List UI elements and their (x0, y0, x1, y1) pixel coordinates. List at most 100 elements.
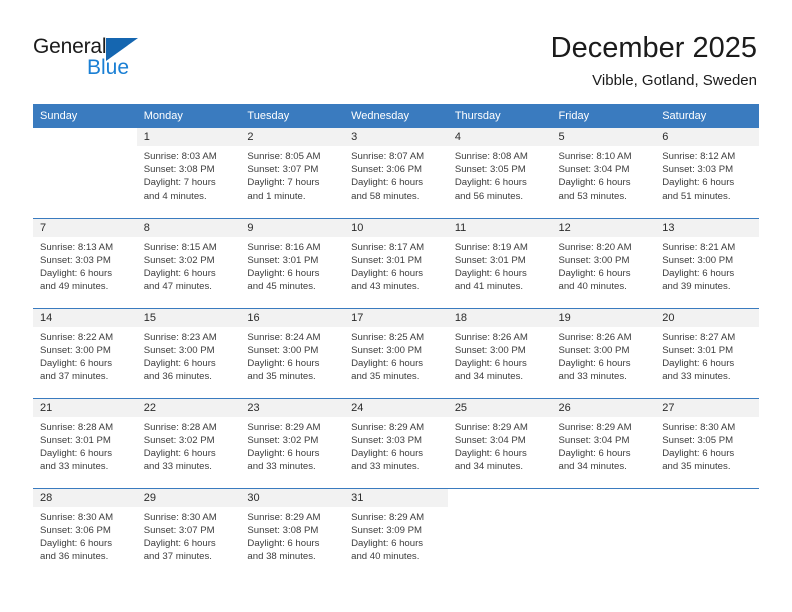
calendar-day-cell[interactable]: 6 Sunrise: 8:12 AM Sunset: 3:03 PM Daylight… (655, 128, 759, 218)
sunset-text: Sunset: 3:03 PM (40, 254, 111, 266)
day-sun-info: Sunrise: 8:23 AM Sunset: 3:00 PM Daylight:… (137, 327, 241, 384)
calendar-day-cell[interactable]: 5 Sunrise: 8:10 AM Sunset: 3:04 PM Daylight… (551, 128, 656, 218)
sunrise-text: Sunrise: 8:20 AM (558, 241, 632, 253)
calendar-day-cell[interactable]: 12 Sunrise: 8:20 AM Sunset: 3:00 PM Dayligh… (551, 217, 656, 308)
calendar-day-cell[interactable]: 13 Sunrise: 8:21 AM Sunset: 3:00 PM Dayligh… (655, 217, 759, 308)
day-number: 30 (240, 488, 345, 507)
calendar-day-cell[interactable]: 3 Sunrise: 8:07 AM Sunset: 3:06 PM Daylight… (344, 128, 448, 218)
day-number: 25 (447, 398, 552, 417)
calendar-day-cell[interactable]: 20 Sunrise: 8:27 AM Sunset: 3:01 PM Dayligh… (655, 307, 759, 398)
daylight-text-line1: Daylight: 6 hours (351, 357, 424, 369)
day-sun-info: Sunrise: 8:30 AM Sunset: 3:07 PM Daylight:… (137, 507, 241, 564)
calendar-day-cell[interactable]: 8 Sunrise: 8:15 AM Sunset: 3:02 PM Daylight… (136, 217, 241, 308)
calendar-day-cell[interactable]: 1 Sunrise: 8:03 AM Sunset: 3:08 PM Daylight… (136, 128, 241, 218)
day-sun-info: Sunrise: 8:24 AM Sunset: 3:00 PM Daylight:… (240, 327, 344, 384)
calendar-page: General Blue December 2025 Vibble, Gotla… (0, 0, 792, 612)
daylight-text-line1: Daylight: 6 hours (454, 447, 527, 459)
sunset-text: Sunset: 3:08 PM (247, 524, 319, 536)
daylight-text-line1: Daylight: 6 hours (454, 267, 527, 279)
sunset-text: Sunset: 3:07 PM (247, 164, 319, 176)
calendar-day-cell[interactable]: 27 Sunrise: 8:30 AM Sunset: 3:05 PM Dayligh… (655, 397, 759, 488)
sunrise-text: Sunrise: 8:12 AM (662, 151, 736, 162)
calendar-day-cell[interactable]: 21 Sunrise: 8:28 AM Sunset: 3:01 PM Dayligh… (33, 397, 137, 488)
daylight-text-line2: and 33 minutes. (247, 461, 316, 473)
day-sun-info: Sunrise: 8:29 AM Sunset: 3:04 PM Daylight:… (448, 417, 552, 474)
calendar-day-cell[interactable]: 14 Sunrise: 8:22 AM Sunset: 3:00 PM Dayligh… (33, 307, 137, 398)
daylight-text-line2: and 39 minutes. (662, 281, 731, 293)
calendar-day-cell[interactable]: 22 Sunrise: 8:28 AM Sunset: 3:02 PM Dayligh… (136, 397, 241, 488)
calendar-day-cell[interactable]: 18 Sunrise: 8:26 AM Sunset: 3:00 PM Dayligh… (447, 307, 552, 398)
daylight-text-line1: Daylight: 6 hours (143, 537, 216, 549)
daylight-text-line1: Daylight: 6 hours (558, 447, 631, 459)
sunrise-text: Sunrise: 8:17 AM (351, 241, 425, 253)
calendar-week-row: 1 Sunrise: 8:03 AM Sunset: 3:08 PM Daylight… (33, 128, 759, 218)
day-sun-info: Sunrise: 8:15 AM Sunset: 3:02 PM Daylight:… (137, 237, 241, 294)
calendar-day-cell[interactable]: 4 Sunrise: 8:08 AM Sunset: 3:05 PM Daylight… (447, 128, 552, 218)
sunrise-text: Sunrise: 8:19 AM (454, 241, 528, 253)
weekday-header-row: Sunday Monday Tuesday Wednesday Thursday… (33, 104, 759, 128)
daylight-text-line2: and 33 minutes. (558, 371, 627, 383)
calendar-day-cell[interactable]: 10 Sunrise: 8:17 AM Sunset: 3:01 PM Dayligh… (344, 217, 448, 308)
sunrise-text: Sunrise: 8:26 AM (558, 331, 632, 343)
day-sun-info: Sunrise: 8:29 AM Sunset: 3:08 PM Daylight:… (240, 507, 344, 564)
page-header: General Blue December 2025 Vibble, Gotla… (0, 0, 792, 104)
day-number: 5 (551, 128, 656, 146)
day-number: 3 (344, 128, 448, 146)
daylight-text-line1: Daylight: 6 hours (454, 177, 527, 189)
day-sun-info: Sunrise: 8:28 AM Sunset: 3:02 PM Daylight:… (137, 417, 241, 474)
sunrise-text: Sunrise: 8:16 AM (247, 241, 321, 253)
calendar-week-row: 28 Sunrise: 8:30 AM Sunset: 3:06 PM Dayligh… (33, 487, 759, 578)
daylight-text-line2: and 53 minutes. (558, 190, 627, 202)
calendar-day-cell[interactable]: 11 Sunrise: 8:19 AM Sunset: 3:01 PM Dayligh… (447, 217, 552, 308)
logo-text-blue: Blue (87, 56, 130, 79)
calendar-day-cell[interactable]: 23 Sunrise: 8:29 AM Sunset: 3:02 PM Dayligh… (240, 397, 345, 488)
sunrise-text: Sunrise: 8:29 AM (454, 421, 528, 433)
sunset-text: Sunset: 3:05 PM (454, 164, 526, 176)
weekday-header-sunday: Sunday (33, 104, 137, 128)
day-number: 27 (655, 398, 759, 417)
sunrise-text: Sunrise: 8:03 AM (143, 151, 217, 162)
calendar-day-cell-empty (551, 487, 656, 578)
sunrise-text: Sunrise: 8:29 AM (351, 511, 425, 523)
calendar-day-cell[interactable]: 26 Sunrise: 8:29 AM Sunset: 3:04 PM Dayligh… (551, 397, 656, 488)
daylight-text-line1: Daylight: 6 hours (247, 447, 320, 459)
day-number: 13 (655, 218, 759, 237)
daylight-text-line2: and 34 minutes. (454, 371, 524, 383)
daylight-text-line2: and 41 minutes. (454, 281, 524, 293)
calendar-day-cell[interactable]: 15 Sunrise: 8:23 AM Sunset: 3:00 PM Dayligh… (136, 307, 241, 398)
day-sun-info: Sunrise: 8:25 AM Sunset: 3:00 PM Daylight:… (344, 327, 448, 384)
calendar-day-cell[interactable]: 16 Sunrise: 8:24 AM Sunset: 3:00 PM Dayligh… (240, 307, 345, 398)
calendar-day-cell[interactable]: 7 Sunrise: 8:13 AM Sunset: 3:03 PM Daylight… (33, 217, 137, 308)
calendar-day-cell[interactable]: 24 Sunrise: 8:29 AM Sunset: 3:03 PM Dayligh… (344, 397, 448, 488)
daylight-text-line1: Daylight: 6 hours (351, 537, 424, 549)
day-sun-info: Sunrise: 8:16 AM Sunset: 3:01 PM Daylight:… (240, 237, 344, 294)
calendar-day-cell-empty (447, 487, 552, 578)
calendar-day-cell[interactable]: 30 Sunrise: 8:29 AM Sunset: 3:08 PM Dayligh… (240, 487, 345, 578)
day-sun-info: Sunrise: 8:08 AM Sunset: 3:05 PM Daylight:… (448, 146, 552, 203)
calendar-day-cell[interactable]: 28 Sunrise: 8:30 AM Sunset: 3:06 PM Dayligh… (33, 487, 137, 578)
calendar-day-cell[interactable]: 19 Sunrise: 8:26 AM Sunset: 3:00 PM Dayligh… (551, 307, 656, 398)
sunrise-text: Sunrise: 8:29 AM (558, 421, 632, 433)
day-number: 24 (344, 398, 448, 417)
daylight-text-line1: Daylight: 6 hours (454, 357, 527, 369)
calendar-day-cell[interactable]: 25 Sunrise: 8:29 AM Sunset: 3:04 PM Dayligh… (447, 397, 552, 488)
weekday-header-tuesday: Tuesday (240, 104, 345, 128)
day-number: 14 (33, 308, 137, 327)
sunset-text: Sunset: 3:04 PM (558, 434, 630, 446)
daylight-text-line2: and 35 minutes. (662, 461, 731, 473)
daylight-text-line1: Daylight: 6 hours (662, 357, 735, 369)
daylight-text-line2: and 36 minutes. (40, 551, 109, 563)
calendar-day-cell[interactable]: 2 Sunrise: 8:05 AM Sunset: 3:07 PM Daylight… (240, 128, 345, 218)
day-number: 6 (655, 128, 759, 146)
day-number: 12 (551, 218, 656, 237)
calendar-day-cell[interactable]: 9 Sunrise: 8:16 AM Sunset: 3:01 PM Daylight… (240, 217, 345, 308)
daylight-text-line2: and 51 minutes. (662, 190, 731, 202)
calendar-day-cell[interactable]: 17 Sunrise: 8:25 AM Sunset: 3:00 PM Dayligh… (344, 307, 448, 398)
calendar-day-cell[interactable]: 31 Sunrise: 8:29 AM Sunset: 3:09 PM Dayligh… (344, 487, 448, 578)
daylight-text-line2: and 49 minutes. (40, 281, 109, 293)
general-blue-logo[interactable]: General Blue (33, 35, 163, 85)
day-number (447, 488, 552, 507)
calendar-day-cell[interactable]: 29 Sunrise: 8:30 AM Sunset: 3:07 PM Dayligh… (136, 487, 241, 578)
daylight-text-line2: and 35 minutes. (247, 371, 316, 383)
day-number: 10 (344, 218, 448, 237)
